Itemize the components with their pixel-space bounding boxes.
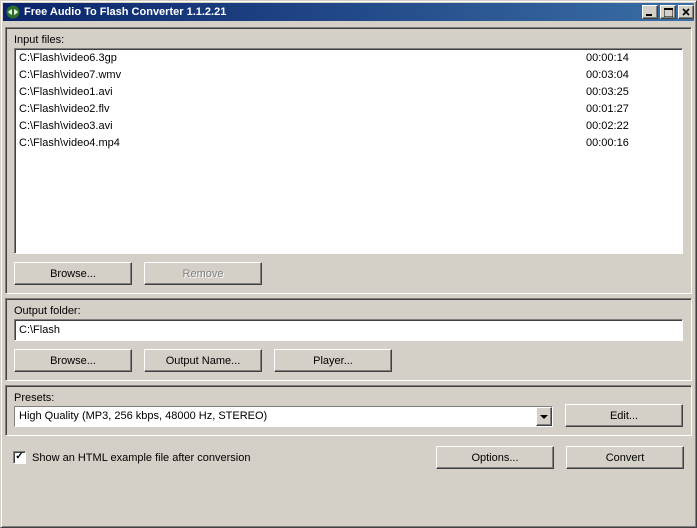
input-files-label: Input files: [14, 34, 683, 46]
list-item[interactable]: C:\Flash\video4.mp400:00:16 [15, 135, 682, 152]
file-path: C:\Flash\video4.mp4 [19, 136, 566, 151]
app-window: Free Audio To Flash Converter 1.1.2.21 I… [0, 0, 697, 528]
player-button[interactable]: Player... [274, 349, 392, 372]
output-folder-field-wrap [14, 319, 683, 341]
window-title: Free Audio To Flash Converter 1.1.2.21 [24, 6, 640, 18]
output-folder-input[interactable] [15, 320, 682, 340]
file-path: C:\Flash\video3.avi [19, 119, 566, 134]
output-button-row: Browse... Output Name... Player... [14, 349, 683, 372]
options-button[interactable]: Options... [436, 446, 554, 469]
output-name-button[interactable]: Output Name... [144, 349, 262, 372]
client-area: Input files: C:\Flash\video6.3gp00:00:14… [1, 23, 696, 527]
maximize-button[interactable] [660, 5, 676, 19]
bottom-bar: ✓ Show an HTML example file after conver… [5, 440, 692, 475]
file-path: C:\Flash\video1.avi [19, 85, 566, 100]
file-duration: 00:03:25 [566, 85, 676, 100]
convert-button[interactable]: Convert [566, 446, 684, 469]
list-item[interactable]: C:\Flash\video7.wmv00:03:04 [15, 67, 682, 84]
chevron-down-icon [540, 415, 548, 419]
input-files-list[interactable]: C:\Flash\video6.3gp00:00:14C:\Flash\vide… [14, 48, 683, 254]
file-duration: 00:00:14 [566, 51, 676, 66]
presets-selected-value: High Quality (MP3, 256 kbps, 48000 Hz, S… [15, 407, 536, 426]
file-duration: 00:00:16 [566, 136, 676, 151]
input-panel: Input files: C:\Flash\video6.3gp00:00:14… [5, 27, 692, 294]
browse-input-button[interactable]: Browse... [14, 262, 132, 285]
list-item[interactable]: C:\Flash\video2.flv00:01:27 [15, 101, 682, 118]
presets-panel: Presets: High Quality (MP3, 256 kbps, 48… [5, 385, 692, 436]
presets-label: Presets: [14, 392, 553, 404]
file-path: C:\Flash\video2.flv [19, 102, 566, 117]
file-path: C:\Flash\video7.wmv [19, 68, 566, 83]
presets-select[interactable]: High Quality (MP3, 256 kbps, 48000 Hz, S… [14, 406, 553, 427]
output-folder-label: Output folder: [14, 305, 683, 317]
file-path: C:\Flash\video6.3gp [19, 51, 566, 66]
close-button[interactable] [678, 5, 694, 19]
show-html-checkbox-row[interactable]: ✓ Show an HTML example file after conver… [13, 451, 250, 464]
title-button-group [640, 5, 694, 19]
show-html-checkbox-label: Show an HTML example file after conversi… [32, 452, 250, 464]
checkmark-icon: ✓ [15, 453, 23, 461]
presets-dropdown-button[interactable] [536, 407, 552, 426]
show-html-checkbox[interactable]: ✓ [13, 451, 26, 464]
remove-button[interactable]: Remove [144, 262, 262, 285]
output-panel: Output folder: Browse... Output Name... … [5, 298, 692, 381]
file-duration: 00:01:27 [566, 102, 676, 117]
minimize-button[interactable] [642, 5, 658, 19]
list-item[interactable]: C:\Flash\video1.avi00:03:25 [15, 84, 682, 101]
title-bar: Free Audio To Flash Converter 1.1.2.21 [3, 3, 694, 21]
edit-preset-button[interactable]: Edit... [565, 404, 683, 427]
list-item[interactable]: C:\Flash\video3.avi00:02:22 [15, 118, 682, 135]
app-icon [5, 4, 21, 20]
input-button-row: Browse... Remove [14, 262, 683, 285]
file-duration: 00:02:22 [566, 119, 676, 134]
file-duration: 00:03:04 [566, 68, 676, 83]
browse-output-button[interactable]: Browse... [14, 349, 132, 372]
list-item[interactable]: C:\Flash\video6.3gp00:00:14 [15, 50, 682, 67]
